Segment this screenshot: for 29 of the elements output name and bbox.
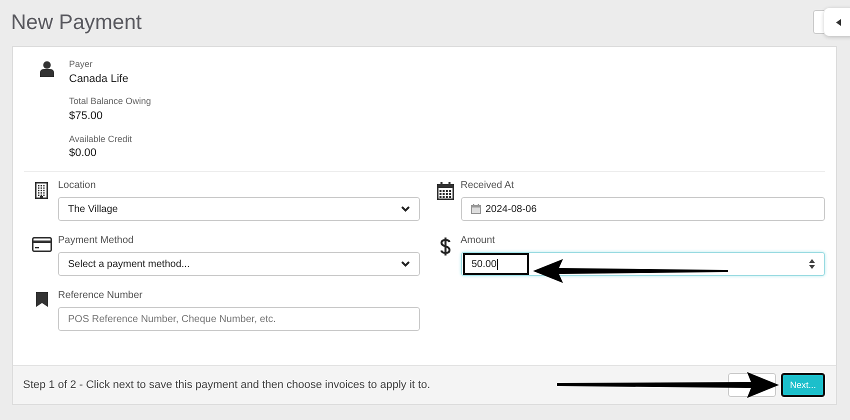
dollar-icon bbox=[440, 237, 451, 256]
sidebar-toggle[interactable] bbox=[824, 8, 850, 36]
caret-left-icon bbox=[836, 18, 841, 26]
bookmark-icon bbox=[36, 292, 48, 307]
date-field[interactable]: 2024-08-06 bbox=[460, 197, 825, 221]
building-icon bbox=[35, 182, 48, 199]
person-icon bbox=[40, 61, 54, 77]
spinner-icon bbox=[809, 259, 815, 269]
payer-name: Canada Life bbox=[69, 72, 130, 87]
chevron-down-icon bbox=[400, 261, 410, 267]
field-label: Reference Number bbox=[58, 290, 144, 303]
field-label: Location bbox=[58, 180, 97, 193]
calendar-icon bbox=[470, 204, 480, 214]
text-field[interactable]: POS Reference Number, Cheque Number, etc. bbox=[58, 307, 420, 331]
calendar-icon bbox=[437, 182, 454, 200]
field-label: Payment Method bbox=[58, 235, 135, 248]
credit-label: Available Credit bbox=[69, 134, 133, 146]
credit-card-icon bbox=[32, 237, 52, 252]
dropdown-field[interactable]: Select a payment method... bbox=[58, 252, 420, 276]
page-title: New Payment bbox=[11, 11, 142, 35]
field-label: Amount bbox=[460, 235, 496, 248]
dropdown-field[interactable]: The Village bbox=[58, 197, 420, 221]
field-label: Received At bbox=[460, 180, 515, 193]
chevron-down-icon bbox=[400, 206, 410, 212]
balance-label: Total Balance Owing bbox=[69, 96, 152, 108]
payer-label: Payer bbox=[69, 59, 94, 71]
credit-value: $0.00 bbox=[69, 146, 98, 162]
balance-value: $75.00 bbox=[69, 109, 104, 124]
step-instructions: Step 1 of 2 - Click next to save this payment and then choose invoices to apply it to. bbox=[23, 379, 430, 391]
